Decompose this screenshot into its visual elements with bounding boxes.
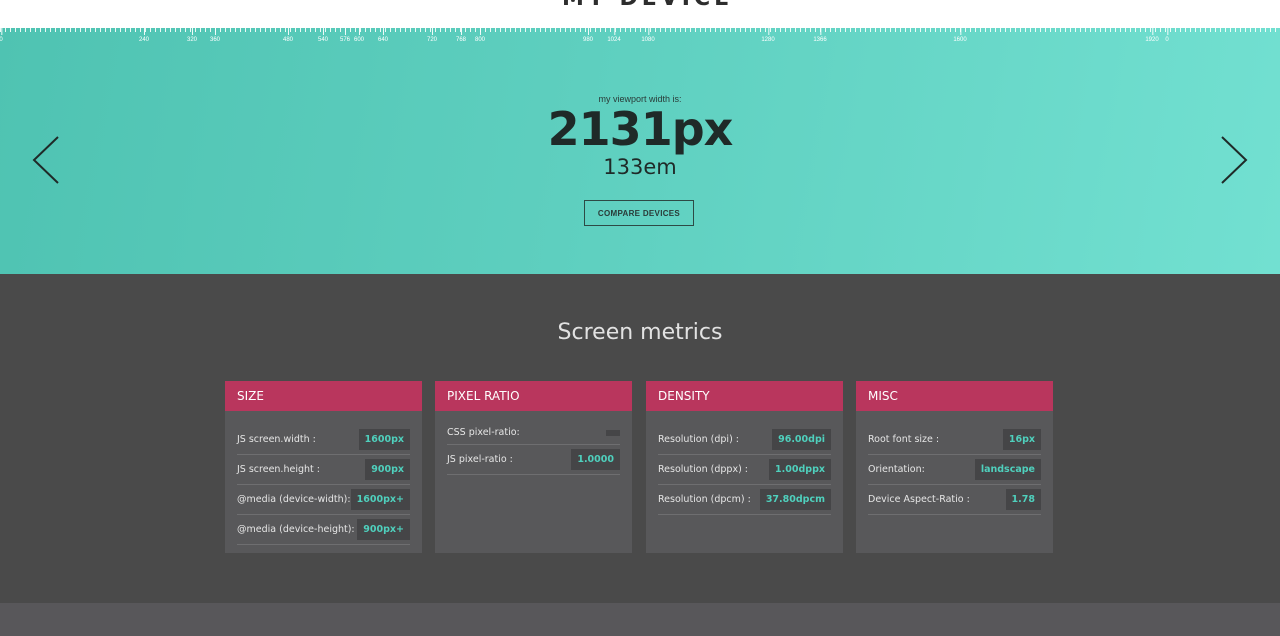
ruler-label: 320 <box>186 28 198 43</box>
metric-label: Orientation: <box>868 464 925 475</box>
section-title: Screen metrics <box>557 320 723 345</box>
metric-label: Resolution (dpcm) : <box>658 494 751 505</box>
metric-label: Resolution (dppx) : <box>658 464 749 475</box>
card-misc: MISC Root font size : 16px Orientation: … <box>856 381 1053 553</box>
metric-label: JS screen.height : <box>237 464 320 475</box>
ruler-label: 640 <box>377 28 389 43</box>
card-size: SIZE JS screen.width : 1600px JS screen.… <box>225 381 422 553</box>
ruler-label: 800 <box>474 28 486 43</box>
ruler-label: 360 <box>209 28 221 43</box>
metric-row: Orientation: landscape <box>868 455 1041 485</box>
metric-value: 1600px+ <box>350 489 410 510</box>
metric-row: Device Aspect-Ratio : 1.78 <box>868 485 1041 515</box>
ruler-label: 1280 <box>761 28 775 43</box>
metric-value: landscape <box>974 459 1041 480</box>
metric-row: @media (device-height): 900px+ <box>237 515 410 545</box>
ruler-label: 1366 <box>813 28 827 43</box>
ruler-label: 0 <box>1165 28 1169 43</box>
chevron-left-icon[interactable] <box>31 135 61 185</box>
ruler-label: 720 <box>426 28 438 43</box>
chevron-right-icon[interactable] <box>1219 135 1249 185</box>
top-header: MY DEVICE <box>0 0 1280 28</box>
metric-label: Root font size : <box>868 434 940 445</box>
metric-row: @media (device-width): 1600px+ <box>237 485 410 515</box>
ruler-label: 0 <box>0 28 3 43</box>
site-logo[interactable]: MY DEVICE <box>562 0 733 11</box>
footer-band <box>0 603 1280 636</box>
ruler-label: 1080 <box>641 28 655 43</box>
metric-value: 96.00dpi <box>772 429 831 450</box>
ruler-label: 576 <box>339 28 351 43</box>
metric-label: @media (device-width): <box>237 494 351 505</box>
card-title: DENSITY <box>646 381 843 411</box>
metric-value: 900px <box>365 459 410 480</box>
viewport-hero: 0 240 320 360 480 540 576 600 640 720 76… <box>0 28 1280 274</box>
metric-value: 1.0000 <box>571 449 620 470</box>
ruler-label: 600 <box>353 28 365 43</box>
card-title: MISC <box>856 381 1053 411</box>
metric-value: 900px+ <box>357 519 410 540</box>
metric-label: Resolution (dpi) : <box>658 434 739 445</box>
ruler-label: 1600 <box>953 28 967 43</box>
ruler-label: 768 <box>455 28 467 43</box>
card-rows: Root font size : 16px Orientation: lands… <box>856 411 1053 515</box>
ruler-label: 240 <box>138 28 150 43</box>
metric-value: 16px <box>1002 429 1041 450</box>
viewport-width-em: 133em <box>603 155 677 179</box>
metric-label: JS pixel-ratio : <box>447 454 513 465</box>
viewport-width-px: 2131px <box>547 102 734 156</box>
card-title: SIZE <box>225 381 422 411</box>
metric-label: Device Aspect-Ratio : <box>868 494 970 505</box>
ruler-label: 1024 <box>607 28 621 43</box>
ruler-label: 1920 <box>1145 28 1159 43</box>
metric-value: 1.78 <box>1005 489 1041 510</box>
metric-row: CSS pixel-ratio: <box>447 421 620 445</box>
metric-label: @media (device-height): <box>237 524 355 535</box>
metric-row: Resolution (dpcm) : 37.80dpcm <box>658 485 831 515</box>
ruler-label: 980 <box>582 28 594 43</box>
metric-label: JS screen.width : <box>237 434 316 445</box>
metric-value: 37.80dpcm <box>759 489 831 510</box>
width-ruler: 0 240 320 360 480 540 576 600 640 720 76… <box>0 28 1280 48</box>
logo-text: MY DEVICE <box>562 0 733 11</box>
metric-label: CSS pixel-ratio: <box>447 427 520 438</box>
metric-row: Root font size : 16px <box>868 425 1041 455</box>
metric-row: JS screen.height : 900px <box>237 455 410 485</box>
card-density: DENSITY Resolution (dpi) : 96.00dpi Reso… <box>646 381 843 553</box>
metric-value: 1600px <box>358 429 410 450</box>
metric-value <box>606 429 620 436</box>
compare-devices-button[interactable]: COMPARE DEVICES <box>584 200 694 226</box>
card-rows: JS screen.width : 1600px JS screen.heigh… <box>225 411 422 545</box>
metric-row: Resolution (dpi) : 96.00dpi <box>658 425 831 455</box>
card-title: PIXEL RATIO <box>435 381 632 411</box>
card-rows: CSS pixel-ratio: JS pixel-ratio : 1.0000 <box>435 411 632 475</box>
card-pixel-ratio: PIXEL RATIO CSS pixel-ratio: JS pixel-ra… <box>435 381 632 553</box>
ruler-label: 480 <box>282 28 294 43</box>
metric-row: JS pixel-ratio : 1.0000 <box>447 445 620 475</box>
metric-row: Resolution (dppx) : 1.00dppx <box>658 455 831 485</box>
metric-row: JS screen.width : 1600px <box>237 425 410 455</box>
card-rows: Resolution (dpi) : 96.00dpi Resolution (… <box>646 411 843 515</box>
metric-value: 1.00dppx <box>769 459 831 480</box>
ruler-label: 540 <box>317 28 329 43</box>
